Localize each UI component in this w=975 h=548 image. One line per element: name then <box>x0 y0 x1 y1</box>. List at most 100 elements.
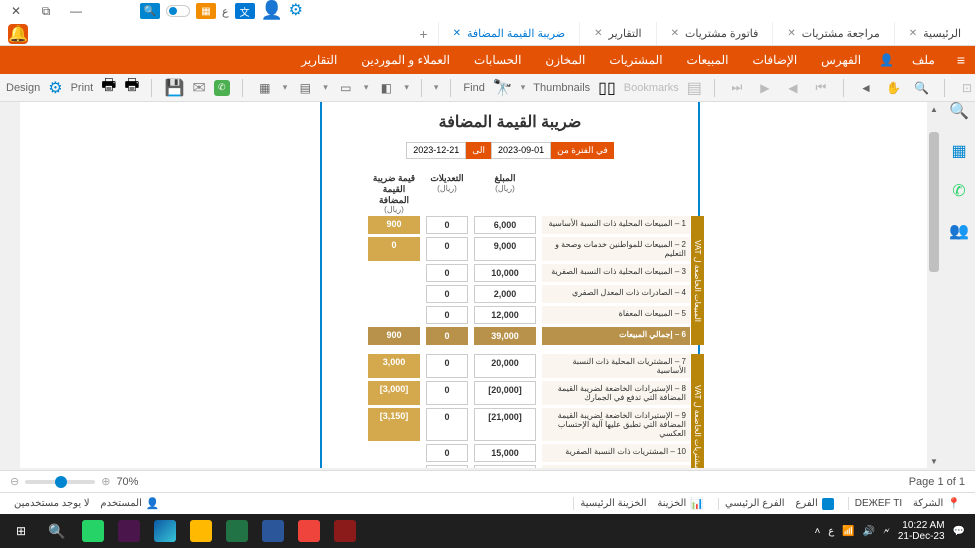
lang-indicator: ع <box>222 5 229 18</box>
tray-clock[interactable]: 10:22 AM21-Dec-23 <box>898 520 945 542</box>
row-vat <box>368 306 420 324</box>
menu-accounts[interactable]: الحسابات <box>462 53 533 67</box>
close-icon[interactable]: ✕ <box>909 28 917 39</box>
taskbar-app-edge[interactable] <box>148 516 182 546</box>
search-button[interactable]: 🔍 <box>40 516 74 546</box>
menu-index[interactable]: الفهرس <box>809 53 873 67</box>
scroll-up-icon[interactable]: ▲ <box>927 102 941 116</box>
settings-icon[interactable]: ⚙ <box>289 0 311 22</box>
taskbar-app-explorer[interactable] <box>184 516 218 546</box>
prev-page-icon[interactable]: ◀ <box>783 78 803 98</box>
menu-customers[interactable]: العملاء و الموردين <box>349 53 462 67</box>
menu-additions[interactable]: الإضافات <box>740 53 809 67</box>
row-amount: 9,000 <box>474 237 536 261</box>
section-label: المشتريات الخاضعة ل VAT <box>691 354 704 468</box>
people-icon[interactable]: 👥 <box>948 220 970 242</box>
close-icon[interactable]: ✕ <box>671 28 679 39</box>
search-app-icon[interactable]: 🔍 <box>140 3 160 19</box>
user-icon[interactable]: 👤 <box>261 0 283 22</box>
system-tray[interactable]: ˄ ع 📶 🔊 🗲 10:22 AM21-Dec-23 💬 <box>814 520 971 542</box>
row-description: 4 – الصادرات ذات المعدل الصفري <box>542 285 690 303</box>
thumbnails-button[interactable]: Thumbnails <box>533 82 590 94</box>
new-tab-button[interactable]: + <box>409 26 437 42</box>
find-button[interactable]: Find <box>463 82 484 94</box>
taskbar-app-word[interactable] <box>256 516 290 546</box>
scroll-thumb[interactable] <box>929 132 939 272</box>
close-icon[interactable]: ✕ <box>594 28 602 39</box>
pointer-icon[interactable]: ◄ <box>856 78 876 98</box>
design-button[interactable]: Design <box>6 82 40 94</box>
header-adjustments: التعديلات <box>426 173 468 184</box>
menu-stores[interactable]: المخازن <box>533 53 597 67</box>
zoom-slider[interactable] <box>25 480 95 484</box>
menu-reports[interactable]: التقارير <box>289 53 349 67</box>
tab-home[interactable]: الرئيسية✕ <box>894 22 975 45</box>
tray-wifi-icon[interactable]: 📶 <box>842 526 854 537</box>
first-page-icon[interactable]: ⏮ <box>811 78 831 98</box>
layout3-icon[interactable]: ▭ <box>336 78 356 98</box>
close-icon[interactable]: ✕ <box>453 28 461 39</box>
tab-reports[interactable]: التقارير✕ <box>579 22 655 45</box>
main-menu: ≡ ملف 👤 الفهرس الإضافات المبيعات المشتري… <box>0 46 975 74</box>
layout2-icon[interactable]: ▤ <box>295 78 315 98</box>
minimize-window-button[interactable]: — <box>64 2 88 20</box>
print2-icon[interactable]: 🖶 <box>124 74 139 101</box>
notifications-icon[interactable]: 🔔 <box>8 24 28 44</box>
menu-purchases[interactable]: المشتريات <box>597 53 674 67</box>
menu-file[interactable]: ملف <box>900 53 947 67</box>
row-description: 10 – المشتريات ذات النسبة الصفرية <box>542 444 690 462</box>
scroll-down-icon[interactable]: ▼ <box>927 454 941 468</box>
save-icon[interactable]: 💾 <box>164 78 184 98</box>
table-row: 2 – المبيعات للمواطنين خدمات وصحة و التع… <box>330 237 690 261</box>
hamburger-icon[interactable]: ≡ <box>947 52 975 68</box>
hand-icon[interactable]: ✋ <box>884 78 904 98</box>
layout4-icon[interactable]: ◧ <box>376 78 396 98</box>
print-button[interactable]: Print <box>71 82 94 94</box>
tab-purchase-review[interactable]: مراجعة مشتريات✕ <box>772 22 893 45</box>
tray-notifications-icon[interactable]: 💬 <box>953 526 965 537</box>
apps-grid-icon[interactable]: ▦ <box>948 140 970 162</box>
taskbar-app-anydesk[interactable] <box>292 516 326 546</box>
tray-battery-icon[interactable]: 🗲 <box>883 526 890 537</box>
binoculars-icon: 🔭 <box>493 78 513 98</box>
vertical-scrollbar[interactable]: ▲ ▼ <box>927 102 941 468</box>
layout1-icon[interactable]: ▦ <box>255 78 275 98</box>
report-toolbar: Design ⚙ Print 🖶 🖶 💾 ✉ ✆ ▦▾ ▤▾ ▭▾ ◧▾ ▾ F… <box>0 74 975 102</box>
zoom-out-button[interactable]: ⊖ <box>10 475 19 488</box>
start-button[interactable]: ⊞ <box>4 516 38 546</box>
restore-window-button[interactable]: ⧉ <box>34 2 58 20</box>
whatsapp-icon[interactable]: ✆ <box>214 80 230 96</box>
tab-purchase-invoice[interactable]: فاتورة مشتريات✕ <box>656 22 773 45</box>
tab-vat[interactable]: ضريبة القيمة المضافة✕ <box>438 22 580 45</box>
mail-icon[interactable]: ✉ <box>192 78 205 98</box>
table-row: 6 – إجمالي المبيعات39,0000900 <box>330 327 690 345</box>
search-icon[interactable]: 🔍 <box>948 100 970 122</box>
table-header-row: المبلغ(ريال) التعديلات(ريال) قيمة ضريبة … <box>330 173 690 214</box>
next-page-icon[interactable]: ▶ <box>755 78 775 98</box>
close-window-button[interactable]: ✕ <box>4 2 28 20</box>
magnify-icon[interactable]: 🔍 <box>912 78 932 98</box>
row-amount: 20,000 <box>474 354 536 378</box>
translate-icon[interactable]: 文 <box>235 3 255 19</box>
taskbar-app-whatsapp[interactable] <box>76 516 110 546</box>
tray-chevron-icon[interactable]: ˄ <box>814 526 820 537</box>
tray-volume-icon[interactable]: 🔊 <box>863 526 875 537</box>
bookmarks-button[interactable]: Bookmarks <box>624 82 679 94</box>
row-amount: 15,000 <box>474 444 536 462</box>
gear-icon: ⚙ <box>48 78 62 98</box>
user-icon: 👤 <box>146 497 160 510</box>
row-adjustment: 0 <box>426 216 468 234</box>
zoom-in-button[interactable]: ⊕ <box>101 475 110 488</box>
taskbar-app-current[interactable] <box>328 516 362 546</box>
tray-lang[interactable]: ع <box>828 526 834 537</box>
last-page-icon[interactable]: ⏭ <box>727 78 747 98</box>
row-adjustment: 0 <box>426 264 468 282</box>
whatsapp-icon[interactable]: ✆ <box>948 180 970 202</box>
table-row: 1 – المبيعات المحلية ذات النسبة الأساسية… <box>330 216 690 234</box>
close-icon[interactable]: ✕ <box>787 28 795 39</box>
zoom-selection-icon[interactable]: ⊡ <box>957 78 975 98</box>
menu-sales[interactable]: المبيعات <box>675 53 741 67</box>
toggle-switch[interactable] <box>166 5 190 17</box>
taskbar-app-slack[interactable] <box>112 516 146 546</box>
taskbar-app-excel[interactable] <box>220 516 254 546</box>
